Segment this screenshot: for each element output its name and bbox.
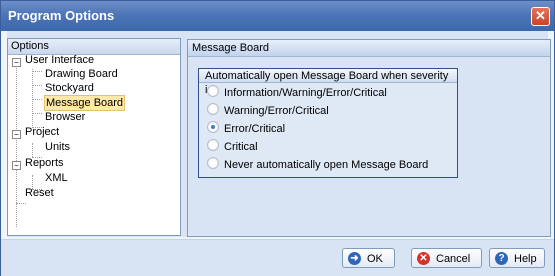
tree-item-browser[interactable]: Browser [45,110,85,124]
radio-never-open[interactable]: Never automatically open Message Board [207,157,428,173]
radio-error-critical[interactable]: Error/Critical [207,121,285,137]
cancel-x-icon: ✕ [417,252,430,265]
tree-connector [16,203,26,204]
collapse-toggle-user-interface[interactable]: − [12,58,21,67]
ok-label: OK [367,253,383,265]
help-label: Help [514,253,537,265]
tree-item-drawing-board[interactable]: Drawing Board [45,67,118,81]
radio-indicator[interactable] [207,103,219,115]
tree-item-xml[interactable]: XML [45,171,68,185]
tree-item-units[interactable]: Units [45,140,70,154]
tree-item-reports[interactable]: Reports [25,156,64,170]
tree-connector [32,85,42,86]
ok-button[interactable]: ➜ OK [342,248,395,268]
program-options-window: Program Options ✕ Options − User Interfa… [0,0,555,276]
tree-item-message-board[interactable]: Message Board [44,95,126,111]
close-button[interactable]: ✕ [531,7,550,26]
options-tree-panel: Options − User Interface Drawing Board S… [7,38,181,236]
tree-connector [32,143,33,157]
tree-connector [32,99,42,100]
tree-connector [32,71,42,72]
radio-information-warning-error-critical[interactable]: Information/Warning/Error/Critical [207,85,387,101]
tree-item-reset[interactable]: Reset [25,186,54,200]
collapse-toggle-reports[interactable]: − [12,161,21,170]
tree-item-project[interactable]: Project [25,125,59,139]
tree-item-user-interface[interactable]: User Interface [25,53,94,67]
help-question-icon: ? [495,252,508,265]
message-board-header: Message Board [188,40,550,57]
tree-item-stockyard[interactable]: Stockyard [45,81,94,95]
radio-indicator-selected[interactable] [207,121,219,133]
close-icon: ✕ [535,8,546,23]
radio-indicator[interactable] [207,157,219,169]
radio-label: Error/Critical [224,123,286,135]
radio-label: Critical [224,141,258,153]
radio-indicator[interactable] [207,139,219,151]
ok-arrow-icon: ➜ [348,252,361,265]
radio-label: Warning/Error/Critical [224,105,329,117]
help-button[interactable]: ? Help [489,248,545,268]
message-board-panel: Message Board Automatically open Message… [187,39,551,237]
title-bar[interactable]: Program Options ✕ [1,1,554,31]
severity-group-title: Automatically open Message Board when se… [199,69,457,96]
radio-indicator[interactable] [207,85,219,97]
radio-critical[interactable]: Critical [207,139,258,155]
severity-group: Automatically open Message Board when se… [198,68,458,178]
radio-warning-error-critical[interactable]: Warning/Error/Critical [207,103,329,119]
radio-label: Never automatically open Message Board [224,159,429,171]
tree-connector [32,113,42,114]
window-title: Program Options [8,8,115,23]
cancel-label: Cancel [436,253,471,265]
collapse-toggle-project[interactable]: − [12,130,21,139]
radio-label: Information/Warning/Error/Critical [224,87,387,99]
cancel-button[interactable]: ✕ Cancel [411,248,482,268]
